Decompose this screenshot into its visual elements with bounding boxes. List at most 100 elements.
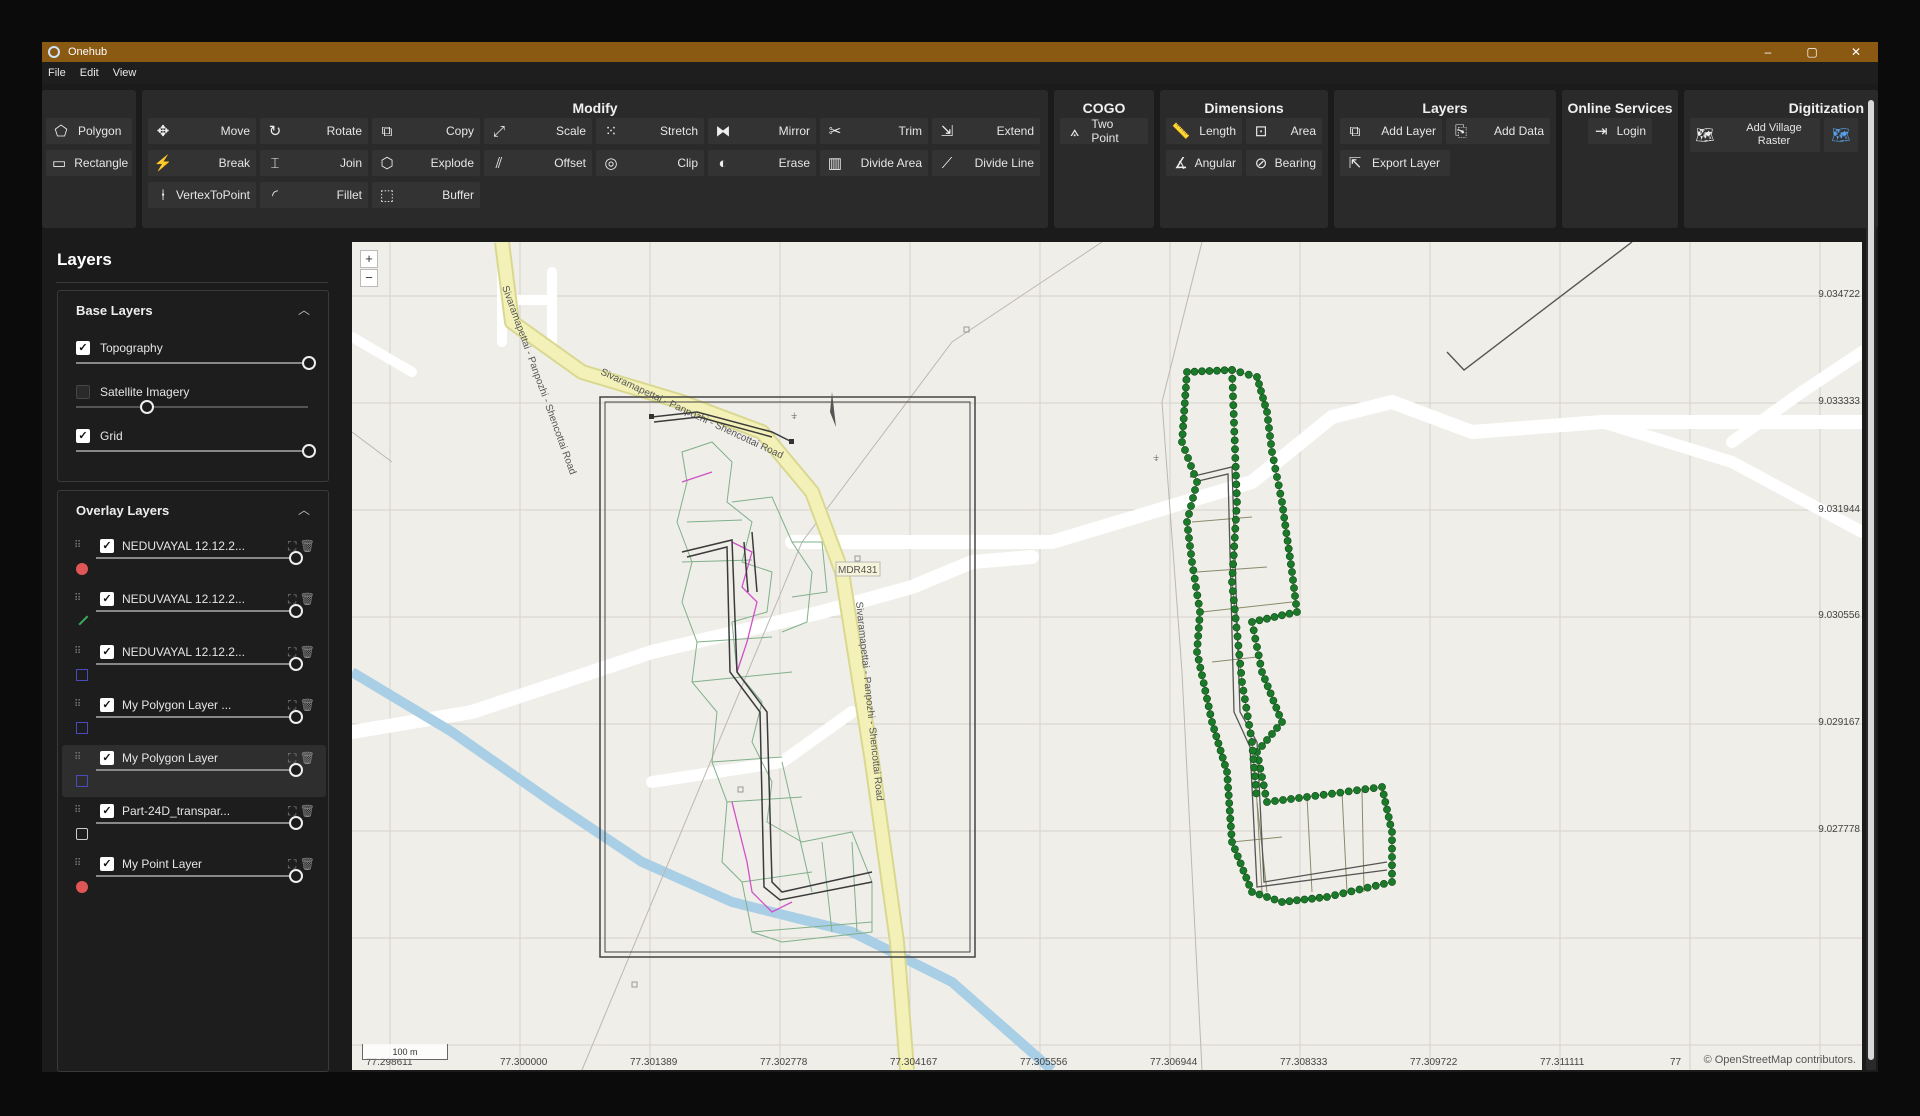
survey-point[interactable]: [1311, 792, 1320, 800]
survey-point[interactable]: [1388, 878, 1396, 886]
survey-point[interactable]: [1180, 399, 1189, 407]
copy-button[interactable]: ⧉ Copy: [372, 118, 480, 144]
survey-point[interactable]: [1278, 898, 1286, 906]
erase-button[interactable]: ◐ Erase: [708, 150, 816, 176]
layer-opacity-handle[interactable]: [289, 604, 303, 618]
offset-button[interactable]: ⫽ Offset: [484, 150, 592, 176]
survey-point[interactable]: [1229, 560, 1237, 569]
survey-point[interactable]: [1205, 367, 1214, 375]
trash-icon[interactable]: 🗑: [300, 645, 315, 659]
close-button[interactable]: ✕: [1834, 45, 1878, 59]
survey-point[interactable]: [1361, 785, 1370, 794]
survey-point[interactable]: [1246, 729, 1255, 738]
survey-point[interactable]: [1199, 679, 1208, 687]
survey-point[interactable]: [1278, 611, 1286, 620]
survey-point[interactable]: [1383, 805, 1391, 814]
export-layer-button[interactable]: ⇱ Export Layer: [1340, 150, 1450, 176]
survey-point[interactable]: [1179, 414, 1188, 423]
survey-point[interactable]: [1229, 551, 1238, 560]
maximize-button[interactable]: ▢: [1790, 45, 1834, 59]
survey-point[interactable]: [1353, 786, 1361, 795]
survey-point[interactable]: [1213, 366, 1221, 375]
add-village-raster-button[interactable]: 🗺 Add Village Raster: [1690, 118, 1820, 152]
survey-point[interactable]: [1285, 552, 1294, 561]
survey-point[interactable]: [1258, 773, 1266, 781]
survey-point[interactable]: [1266, 689, 1275, 698]
survey-point[interactable]: [1255, 890, 1264, 899]
minimize-button[interactable]: –: [1746, 45, 1790, 59]
survey-point[interactable]: [1269, 696, 1278, 705]
survey-point[interactable]: [1204, 702, 1213, 711]
drag-handle-icon[interactable]: ⠿: [74, 858, 81, 869]
survey-point[interactable]: [1185, 510, 1193, 518]
survey-point[interactable]: [1284, 544, 1293, 553]
survey-point[interactable]: [1229, 596, 1238, 605]
rectangle-tool-button[interactable]: ▭ Rectangle: [46, 150, 132, 176]
survey-point[interactable]: [1231, 445, 1239, 454]
survey-point[interactable]: [1303, 793, 1311, 801]
survey-point[interactable]: [1229, 410, 1238, 418]
divide-line-button[interactable]: ⟋ Divide Line: [932, 150, 1040, 176]
extend-button[interactable]: ⇲ Extend: [932, 118, 1040, 144]
survey-point[interactable]: [1236, 659, 1245, 668]
survey-point[interactable]: [1257, 387, 1265, 395]
survey-point[interactable]: [1270, 613, 1279, 621]
survey-point[interactable]: [1267, 440, 1275, 448]
survey-point[interactable]: [1249, 626, 1258, 635]
survey-point[interactable]: [1236, 368, 1245, 377]
survey-point[interactable]: [1251, 781, 1260, 789]
survey-point[interactable]: [1279, 796, 1287, 804]
layer-opacity-slider[interactable]: [96, 663, 296, 665]
scale-button[interactable]: ⤢ Scale: [484, 118, 592, 144]
survey-point[interactable]: [1261, 675, 1269, 683]
survey-point[interactable]: [1371, 881, 1380, 890]
survey-point[interactable]: [1265, 424, 1273, 432]
chevron-up-icon[interactable]: ︿: [298, 301, 310, 318]
survey-point[interactable]: [1315, 893, 1324, 902]
survey-point[interactable]: [1259, 394, 1267, 402]
layer-visibility-checkbox[interactable]: ✓: [100, 804, 114, 818]
survey-point[interactable]: [1230, 605, 1239, 614]
satellite-opacity-slider[interactable]: [76, 406, 308, 408]
survey-point[interactable]: [1268, 448, 1276, 456]
survey-point[interactable]: [1380, 880, 1388, 888]
survey-point[interactable]: [1386, 820, 1395, 829]
zoom-out-button[interactable]: −: [360, 269, 378, 287]
survey-point[interactable]: [1282, 529, 1291, 537]
survey-point[interactable]: [1287, 795, 1295, 803]
survey-point[interactable]: [1229, 392, 1237, 401]
survey-point[interactable]: [1259, 781, 1268, 790]
survey-point[interactable]: [1183, 368, 1191, 376]
map-svg[interactable]: Sivaramapettai - Panpozhi - Shencottai R…: [352, 242, 1862, 1070]
survey-point[interactable]: [1323, 893, 1331, 901]
survey-point[interactable]: [1231, 462, 1240, 471]
trash-icon[interactable]: 🗑: [300, 698, 315, 712]
survey-point[interactable]: [1196, 608, 1204, 616]
survey-point[interactable]: [1193, 478, 1201, 486]
survey-point[interactable]: [1232, 471, 1240, 480]
grid-checkbox[interactable]: ✓: [76, 429, 90, 443]
survey-point[interactable]: [1230, 533, 1239, 542]
survey-point[interactable]: [1308, 894, 1316, 903]
survey-point[interactable]: [1220, 366, 1229, 375]
survey-point[interactable]: [1179, 422, 1187, 431]
survey-point[interactable]: [1287, 560, 1295, 569]
survey-point[interactable]: [1263, 408, 1271, 416]
overlay-layer-row[interactable]: ⠿ ✓ Part-24D_transpar... ⛶ 🗑: [62, 798, 326, 850]
survey-point[interactable]: [1180, 406, 1189, 415]
survey-point[interactable]: [1194, 632, 1203, 640]
survey-point[interactable]: [1281, 521, 1290, 530]
survey-point[interactable]: [1293, 608, 1301, 616]
survey-point[interactable]: [1187, 462, 1195, 470]
menu-edit[interactable]: Edit: [80, 67, 99, 79]
survey-point[interactable]: [1192, 583, 1200, 591]
drag-handle-icon[interactable]: ⠿: [74, 593, 81, 604]
survey-point[interactable]: [1185, 534, 1193, 542]
move-button[interactable]: ✥ Move: [148, 118, 256, 144]
survey-point[interactable]: [1216, 746, 1225, 755]
grid-opacity-handle[interactable]: [302, 444, 316, 458]
survey-point[interactable]: [1186, 542, 1194, 550]
survey-point[interactable]: [1271, 464, 1280, 473]
survey-point[interactable]: [1228, 366, 1236, 374]
trash-icon[interactable]: 🗑: [300, 751, 315, 765]
